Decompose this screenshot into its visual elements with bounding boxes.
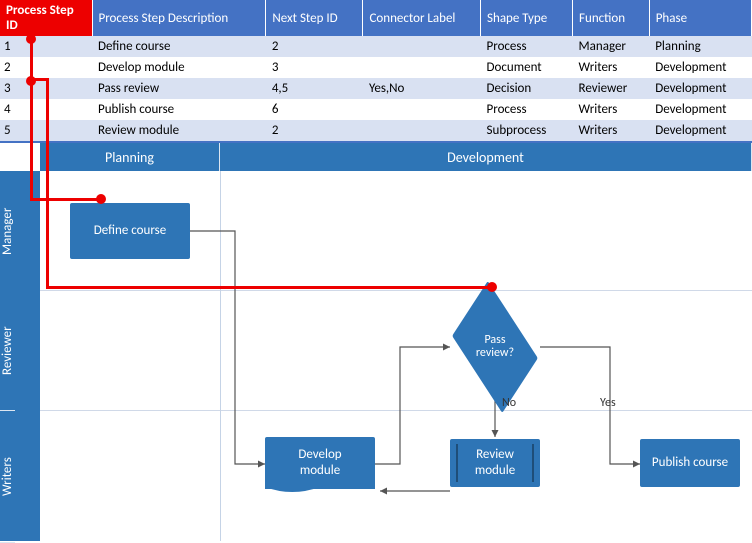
swimlane-area: Define course Develop module Pass review… xyxy=(40,171,752,541)
lane-reviewer: Reviewer xyxy=(0,291,15,411)
col-header-next: Next Step ID xyxy=(266,0,363,36)
table-row: 1 Define course 2 Process Manager Planni… xyxy=(0,36,752,57)
col-header-shape: Shape Type xyxy=(481,0,573,36)
shape-publish-course: Publish course xyxy=(640,439,740,487)
col-header-step-id: Process Step ID xyxy=(0,0,92,36)
lane-manager: Manager xyxy=(0,171,15,291)
phase-development: Development xyxy=(220,143,752,171)
table-row: 2 Develop module 3 Document Writers Deve… xyxy=(0,57,752,78)
table-body: 1 Define course 2 Process Manager Planni… xyxy=(0,36,752,141)
connector-label-yes: Yes xyxy=(600,396,616,410)
phase-planning: Planning xyxy=(40,143,220,171)
lane-writers: Writers xyxy=(0,411,15,543)
table-row: 5 Review module 2 Subprocess Writers Dev… xyxy=(0,120,752,141)
shape-pass-review: Pass review? xyxy=(450,315,540,379)
swimlane-labels: Manager Reviewer Writers xyxy=(0,171,40,541)
table-row: 3 Pass review 4,5 Yes,No Decision Review… xyxy=(0,78,752,99)
col-header-desc: Process Step Description xyxy=(92,0,266,36)
flowchart-diagram: Planning Development Manager Reviewer Wr… xyxy=(0,141,752,541)
col-header-connector: Connector Label xyxy=(363,0,481,36)
process-map-table: Process Step ID Process Step Description… xyxy=(0,0,752,141)
shape-review-module: Review module xyxy=(450,439,540,487)
document-wave-icon xyxy=(265,483,375,497)
table-header-row: Process Step ID Process Step Description… xyxy=(0,0,752,36)
shape-define-course: Define course xyxy=(70,203,190,259)
connector-label-no: No xyxy=(502,396,516,410)
shape-develop-module: Develop module xyxy=(265,437,375,489)
phase-header: Planning Development xyxy=(40,143,752,171)
table-row: 4 Publish course 6 Process Writers Devel… xyxy=(0,99,752,120)
col-header-phase: Phase xyxy=(649,0,751,36)
col-header-function: Function xyxy=(573,0,650,36)
